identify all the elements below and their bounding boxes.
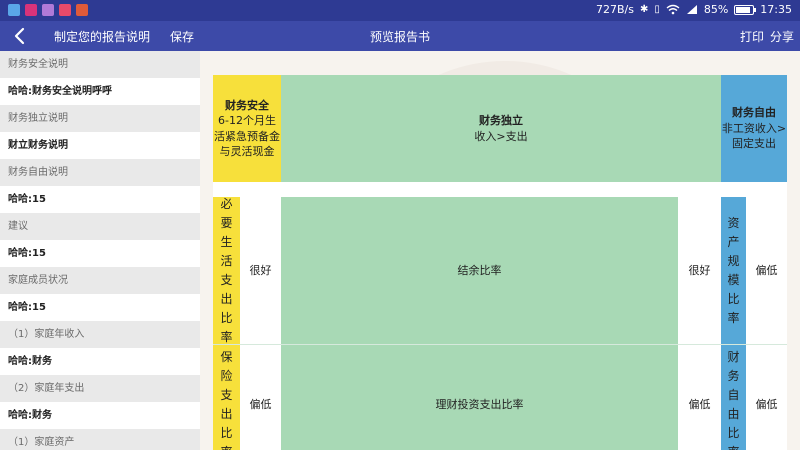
independence-cell: 财务独立 收入>支出 [281, 75, 721, 182]
status-indicators: 727B/s ✱ ▯ 85% 17:35 [596, 3, 792, 16]
independence-title: 财务独立 [479, 114, 523, 128]
sidebar-item[interactable]: 哈哈:财务 [0, 348, 200, 375]
row1-left-label-cell: 必要生活支出比率 [213, 197, 240, 344]
signal-icon [686, 5, 697, 14]
app-toolbar: 预览报告书 制定您的报告说明 保存 打印 分享 [0, 21, 800, 51]
sidebar-item[interactable]: 哈哈:15 [0, 186, 200, 213]
print-button[interactable]: 打印 [740, 28, 764, 45]
row1-right-label: 资产规模比率 [727, 215, 740, 325]
notification-app-icons [8, 4, 88, 16]
sidebar-section-header: （1）家庭年收入 [0, 321, 200, 348]
security-desc: 6-12个月生活紧急预备金与灵活现金 [214, 114, 280, 158]
freedom-desc: 非工资收入>固定支出 [721, 121, 787, 151]
app-notification-icon [59, 4, 71, 16]
row2-right-label-cell: 财务自由比率 [721, 345, 746, 450]
row2-right-rating-cell: 偏低 [746, 345, 787, 450]
share-button[interactable]: 分享 [770, 28, 794, 45]
sidebar-item[interactable]: 哈哈:财务安全说明呼呼 [0, 78, 200, 105]
security-title: 财务安全 [225, 98, 269, 112]
independence-desc: 收入>支出 [474, 129, 528, 143]
network-speed: 727B/s [595, 3, 634, 16]
row1-right-label-cell: 资产规模比率 [721, 197, 746, 344]
sidebar-item[interactable]: 哈哈:15 [0, 240, 200, 267]
app-notification-icon [76, 4, 88, 16]
row1-right-rating: 偏低 [755, 263, 778, 277]
row1-center-rating-cell: 很好 [678, 197, 721, 344]
row2-center-cell: 理财投资支出比率 [281, 345, 678, 450]
app-notification-icon [42, 4, 54, 16]
row2-left-rating-cell: 偏低 [240, 345, 281, 450]
clock: 17:35 [760, 3, 792, 16]
save-button[interactable]: 保存 [170, 28, 194, 45]
wifi-icon [666, 4, 680, 15]
freedom-cell: 财务自由 非工资收入>固定支出 [721, 75, 787, 182]
row1-left-rating-cell: 很好 [240, 197, 281, 344]
row1-right-rating-cell: 偏低 [746, 197, 787, 344]
row2-left-label-cell: 保险支出比率 [213, 345, 240, 450]
battery-icon [734, 4, 757, 15]
security-cell: 财务安全 6-12个月生活紧急预备金与灵活现金 [213, 75, 281, 182]
app-notification-icon [8, 4, 20, 16]
sidebar-section-header: （2）家庭年支出 [0, 375, 200, 402]
sidebar-section-header: 建议 [0, 213, 200, 240]
row2-right-rating: 偏低 [755, 398, 778, 412]
freedom-title: 财务自由 [732, 106, 776, 120]
row1-center-label: 结余比率 [457, 263, 502, 277]
vibrate-icon: ▯ [654, 4, 660, 15]
app-notification-icon [25, 4, 37, 16]
sidebar-item[interactable]: 哈哈:财务 [0, 402, 200, 429]
toolbar-title: 制定您的报告说明 [54, 30, 151, 44]
sidebar-section-header: （1）家庭资产 [0, 429, 200, 450]
bluetooth-icon: ✱ [639, 4, 649, 15]
sidebar-section-header: 财务安全说明 [0, 51, 200, 78]
row1-left-rating: 很好 [249, 263, 272, 277]
status-bar: 727B/s ✱ ▯ 85% 17:35 [0, 0, 800, 21]
sidebar-item[interactable]: 哈哈:15 [0, 294, 200, 321]
row1-center-rating: 很好 [688, 263, 711, 277]
row1-left-label: 必要生活支出比率 [220, 196, 233, 344]
sidebar-section-header: 家庭成员状况 [0, 267, 200, 294]
sidebar-item[interactable]: 财立财务说明 [0, 132, 200, 159]
report-preview[interactable]: 财务安全 6-12个月生活紧急预备金与灵活现金 财务独立 收入>支出 财务自由 … [200, 51, 800, 450]
battery-level [736, 6, 751, 13]
sidebar[interactable]: 财务安全说明 哈哈:财务安全说明呼呼 财务独立说明 财立财务说明 财务自由说明 哈哈:15… [0, 51, 200, 450]
row2-center-label: 理财投资支出比率 [435, 398, 524, 412]
row2-right-label: 财务自由比率 [727, 350, 740, 450]
row-separator [213, 182, 787, 197]
row1-center-cell: 结余比率 [281, 197, 678, 344]
row2-left-label: 保险支出比率 [220, 350, 233, 450]
sidebar-section-header: 财务独立说明 [0, 105, 200, 132]
row2-center-rating: 偏低 [688, 398, 711, 412]
chevron-left-icon[interactable] [10, 25, 30, 47]
battery-percent: 85% [703, 3, 729, 16]
row2-left-rating: 偏低 [249, 398, 272, 412]
row2-center-rating-cell: 偏低 [678, 345, 721, 450]
sidebar-section-header: 财务自由说明 [0, 159, 200, 186]
